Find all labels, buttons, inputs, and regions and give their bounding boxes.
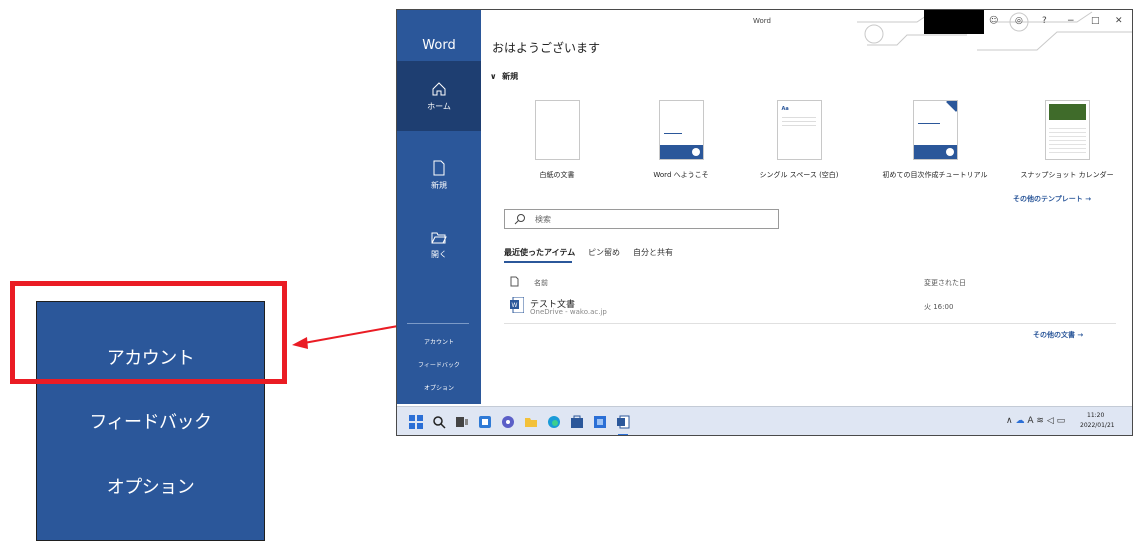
template-label: 初めての目次作成チュートリアル (882, 171, 988, 179)
more-documents-link[interactable]: その他の文書 → (1033, 330, 1083, 340)
template-snapshot-calendar[interactable]: スナップショット カレンダー (1012, 100, 1122, 180)
active-app-indicator (618, 434, 628, 435)
search-icon (514, 214, 525, 225)
template-label: スナップショット カレンダー (1020, 171, 1114, 179)
pointer-arrow (292, 325, 399, 349)
word-document-icon: W (510, 297, 524, 313)
chevron-down-icon: ∨ (490, 72, 497, 81)
tab-underline (504, 261, 572, 263)
document-date: 火 16:00 (924, 303, 954, 311)
template-single-space[interactable]: Aa シングル スペース (空白) (744, 100, 854, 180)
template-welcome[interactable]: Word へようこそ (626, 100, 736, 180)
tab-shared[interactable]: 自分と共有 (633, 247, 673, 258)
close-icon[interactable]: ✕ (1115, 16, 1123, 26)
svg-text:W: W (512, 303, 518, 309)
minimize-icon[interactable]: − (1067, 16, 1075, 26)
sidebar-divider (407, 323, 469, 324)
template-thumbnail (912, 100, 958, 160)
template-toc-tutorial[interactable]: 初めての目次作成チュートリアル (880, 100, 990, 180)
column-date: 変更された日 (924, 279, 966, 287)
sidebar: Word ホーム 新規 開く アカウント フィードバック オプション (397, 10, 481, 404)
template-label: Word へようこそ (653, 171, 709, 179)
windows-start-icon[interactable] (409, 415, 423, 429)
coauthor-icon[interactable]: ◎ (1015, 16, 1023, 26)
template-blank[interactable]: 白紙の文書 (502, 100, 612, 180)
chevron-up-icon[interactable]: ∧ (1006, 416, 1013, 426)
sidebar-item-options[interactable]: オプション (397, 383, 481, 392)
search-input[interactable]: 検索 (504, 209, 779, 229)
template-thumbnail (658, 100, 704, 160)
highlight-box (10, 281, 287, 384)
template-thumbnail (534, 100, 580, 160)
sidebar-item-label: 新規 (431, 181, 447, 190)
zoom-feedback-label[interactable]: フィードバック (37, 408, 264, 434)
new-document-icon (433, 160, 445, 176)
system-tray[interactable]: ∧ ☁ A ≋ ◁ ▭ (1006, 416, 1065, 426)
clock-time[interactable]: 11:20 (1087, 412, 1104, 419)
search-placeholder: 検索 (535, 215, 551, 224)
template-thumbnail (1044, 100, 1090, 160)
template-label: シングル スペース (空白) (759, 171, 839, 179)
file-icon (510, 276, 519, 287)
greeting: おはようございます (492, 41, 601, 55)
tab-pinned[interactable]: ピン留め (588, 247, 620, 258)
store-icon[interactable] (570, 415, 584, 429)
help-icon[interactable]: ? (1042, 16, 1047, 26)
word-window: Word ☺ ◎ ? − □ ✕ Word ホーム 新規 開く アカウント フィ… (396, 9, 1133, 436)
row-divider (504, 323, 1116, 324)
more-templates-link[interactable]: その他のテンプレート → (1013, 194, 1091, 204)
folder-icon (431, 232, 447, 244)
sidebar-item-feedback[interactable]: フィードバック (397, 360, 481, 369)
ime-icon[interactable]: A (1027, 416, 1033, 426)
app-name: Word (422, 38, 456, 53)
sidebar-item-label: ホーム (427, 102, 451, 111)
template-label: 白紙の文書 (539, 171, 575, 179)
onedrive-cloud-icon[interactable]: ☁ (1015, 416, 1024, 426)
template-thumbnail: Aa (776, 100, 822, 160)
chat-icon[interactable] (501, 415, 515, 429)
sidebar-item-label: 開く (431, 250, 447, 259)
sidebar-item-open[interactable]: 開く (397, 231, 481, 260)
clock-date[interactable]: 2022/01/21 (1080, 422, 1115, 429)
edge-browser-icon[interactable] (547, 415, 561, 429)
sidebar-item-new[interactable]: 新規 (397, 160, 481, 191)
word-taskbar-icon[interactable] (616, 415, 630, 429)
redacted-box (924, 10, 984, 34)
wifi-icon[interactable]: ≋ (1036, 416, 1044, 426)
window-title: Word (753, 17, 771, 25)
document-location: OneDrive - wako.ac.jp (530, 308, 607, 316)
search-icon[interactable] (432, 415, 446, 429)
zoom-options-label[interactable]: オプション (37, 473, 264, 499)
sidebar-item-home[interactable]: ホーム (397, 61, 481, 131)
circuit-decoration (857, 11, 1132, 51)
battery-icon[interactable]: ▭ (1057, 416, 1066, 426)
speaker-icon[interactable]: ◁ (1047, 416, 1054, 426)
widgets-icon[interactable] (478, 415, 492, 429)
tab-recent[interactable]: 最近使ったアイテム (504, 247, 575, 258)
new-section-label: 新規 (502, 72, 519, 81)
app-icon[interactable] (593, 415, 607, 429)
new-section-toggle[interactable]: ∨ 新規 (490, 71, 518, 82)
home-icon (432, 82, 446, 96)
file-explorer-icon[interactable] (524, 415, 538, 429)
taskbar: ∧ ☁ A ≋ ◁ ▭ 11:20 2022/01/21 (397, 406, 1132, 435)
restore-icon[interactable]: □ (1091, 16, 1100, 26)
smiley-icon[interactable]: ☺ (989, 16, 998, 26)
sidebar-item-account[interactable]: アカウント (397, 337, 481, 346)
column-name: 名前 (534, 279, 548, 287)
task-view-icon[interactable] (455, 415, 469, 429)
